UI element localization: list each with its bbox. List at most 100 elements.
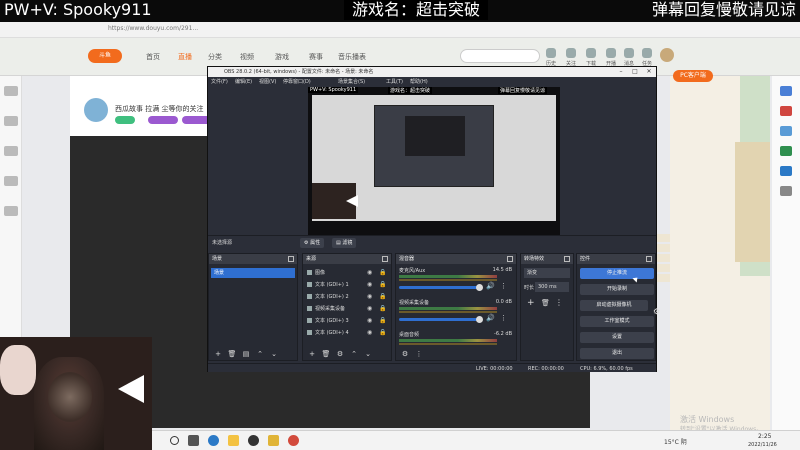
visibility-icon[interactable]: ◉ — [367, 293, 372, 300]
task-view-icon[interactable] — [188, 435, 199, 446]
task-icon[interactable] — [642, 48, 652, 58]
menu-scene-collection[interactable]: 场景集合(S) — [338, 78, 365, 85]
lock-icon[interactable]: 🔒 — [379, 317, 386, 324]
extension-icon[interactable] — [780, 126, 792, 136]
extension-icon[interactable] — [780, 146, 792, 156]
obs-preview[interactable]: PW+V: Spooky911 游戏名：超击突破 弹幕回复慢敬请见谅 — [308, 87, 560, 235]
start-recording-button[interactable]: 开始录制 — [580, 284, 654, 295]
outlook-icon[interactable] — [780, 166, 792, 176]
channel-menu-icon[interactable]: ⋮ — [500, 282, 507, 290]
chrome-icon[interactable] — [288, 435, 299, 446]
mixer-menu-icon[interactable]: ⋮ — [414, 350, 424, 358]
mixer-settings-icon[interactable]: ⚙ — [400, 350, 410, 358]
edge-icon[interactable] — [208, 435, 219, 446]
volume-slider-handle[interactable] — [476, 316, 483, 323]
lock-icon[interactable]: 🔒 — [379, 293, 386, 300]
extension-icon[interactable] — [780, 106, 792, 116]
menu-tools[interactable]: 工具(T) — [386, 78, 403, 85]
search-icon[interactable] — [780, 86, 792, 96]
sidebar-item[interactable] — [4, 146, 18, 156]
volume-slider-handle[interactable] — [476, 284, 483, 291]
properties-button[interactable]: ⚙ 属性 — [300, 238, 325, 248]
nav-category[interactable]: 分类 — [208, 52, 222, 62]
visibility-icon[interactable]: ◉ — [367, 305, 372, 312]
close-icon[interactable]: ✕ — [642, 67, 656, 77]
site-search-input[interactable] — [460, 49, 540, 63]
channel-menu-icon[interactable]: ⋮ — [500, 314, 507, 322]
address-bar[interactable]: https://www.douyu.com/291... — [0, 22, 800, 38]
lock-icon[interactable]: 🔒 — [379, 329, 386, 336]
clock-date[interactable]: 2022/11/26 — [748, 442, 777, 448]
transition-menu-icon[interactable]: ⋮ — [555, 298, 563, 307]
speaker-icon[interactable]: 🔊 — [486, 314, 495, 322]
add-transition-button[interactable]: + — [527, 298, 535, 308]
source-item[interactable]: 文本 (GDI+) 2 ◉ 🔒 — [305, 292, 389, 301]
stream-tag[interactable] — [148, 116, 178, 124]
menu-view[interactable]: 视图(V) — [259, 78, 276, 85]
menu-help[interactable]: 帮助(H) — [410, 78, 428, 85]
undock-icon[interactable] — [382, 256, 388, 262]
broadcast-icon[interactable] — [606, 48, 616, 58]
volume-slider[interactable] — [399, 286, 479, 289]
move-down-icon[interactable]: ⌄ — [363, 350, 373, 358]
nav-events[interactable]: 赛事 — [309, 52, 323, 62]
add-icon[interactable] — [780, 186, 792, 196]
add-scene-button[interactable]: + — [213, 350, 223, 358]
nav-game[interactable]: 游戏 — [275, 52, 289, 62]
nav-home[interactable]: 首页 — [146, 52, 160, 62]
site-logo[interactable]: 斗鱼 — [88, 49, 122, 63]
sidebar-item[interactable] — [4, 206, 18, 216]
file-explorer-icon[interactable] — [228, 435, 239, 446]
undock-icon[interactable] — [507, 256, 513, 262]
visibility-icon[interactable]: ◉ — [367, 329, 372, 336]
remove-source-button[interactable]: 🗑 — [321, 350, 331, 358]
remove-scene-button[interactable]: 🗑 — [227, 350, 237, 358]
lock-icon[interactable]: 🔒 — [379, 269, 386, 276]
menu-docks[interactable]: 停靠窗口(D) — [283, 78, 311, 85]
search-icon[interactable] — [170, 436, 179, 445]
move-down-icon[interactable]: ⌄ — [269, 350, 279, 358]
duration-input[interactable]: 300 ms — [535, 282, 569, 292]
pc-client-button[interactable]: PC客户端 — [673, 70, 713, 82]
studio-mode-button[interactable]: 工作室模式 — [580, 316, 654, 327]
visibility-icon[interactable]: ◉ — [367, 281, 372, 288]
maximize-icon[interactable]: □ — [628, 67, 642, 77]
scene-filter-button[interactable]: ▤ — [241, 350, 251, 358]
url-text[interactable]: https://www.douyu.com/291... — [108, 25, 198, 32]
volume-slider[interactable] — [399, 318, 479, 321]
minimize-icon[interactable]: – — [614, 67, 628, 77]
virtual-camera-settings-icon[interactable]: ⚙ — [653, 307, 660, 316]
download-icon[interactable] — [586, 48, 596, 58]
lock-icon[interactable]: 🔒 — [379, 281, 386, 288]
app-icon[interactable] — [268, 435, 279, 446]
menu-file[interactable]: 文件(F) — [211, 78, 228, 85]
scene-item[interactable]: 场景 — [211, 268, 295, 278]
move-up-icon[interactable]: ⌃ — [349, 350, 359, 358]
nav-video[interactable]: 视频 — [240, 52, 254, 62]
weather-widget[interactable]: 15°C 阴 — [664, 437, 687, 446]
clock-time[interactable]: 2:25 — [758, 433, 771, 440]
history-icon[interactable] — [546, 48, 556, 58]
filters-button[interactable]: ▤ 滤镜 — [332, 238, 357, 248]
start-virtual-camera-button[interactable]: 启动虚拟摄像机 — [580, 300, 648, 311]
visibility-icon[interactable]: ◉ — [367, 269, 372, 276]
menu-edit[interactable]: 编辑(E) — [235, 78, 252, 85]
visibility-icon[interactable]: ◉ — [367, 317, 372, 324]
source-item[interactable]: 文本 (GDI+) 4 ◉ 🔒 — [305, 328, 389, 337]
message-icon[interactable] — [624, 48, 634, 58]
transition-select[interactable]: 渐变 — [524, 268, 570, 278]
sidebar-item[interactable] — [4, 116, 18, 126]
source-item[interactable]: 视频采集设备 ◉ 🔒 — [305, 304, 389, 313]
speaker-icon[interactable]: 🔊 — [486, 282, 495, 290]
lock-icon[interactable]: 🔒 — [379, 305, 386, 312]
stream-tag[interactable] — [115, 116, 135, 124]
source-item[interactable]: 文本 (GDI+) 1 ◉ 🔒 — [305, 280, 389, 289]
obs-titlebar[interactable]: OBS 28.0.2 (64-bit, windows) - 配置文件: 未命名… — [208, 67, 656, 77]
add-source-button[interactable]: + — [307, 350, 317, 358]
settings-button[interactable]: 设置 — [580, 332, 654, 343]
undock-icon[interactable] — [646, 256, 652, 262]
sidebar-item[interactable] — [4, 176, 18, 186]
user-avatar[interactable] — [660, 48, 674, 62]
streamer-avatar[interactable] — [84, 98, 108, 122]
source-item[interactable]: 图像 ◉ 🔒 — [305, 268, 389, 277]
